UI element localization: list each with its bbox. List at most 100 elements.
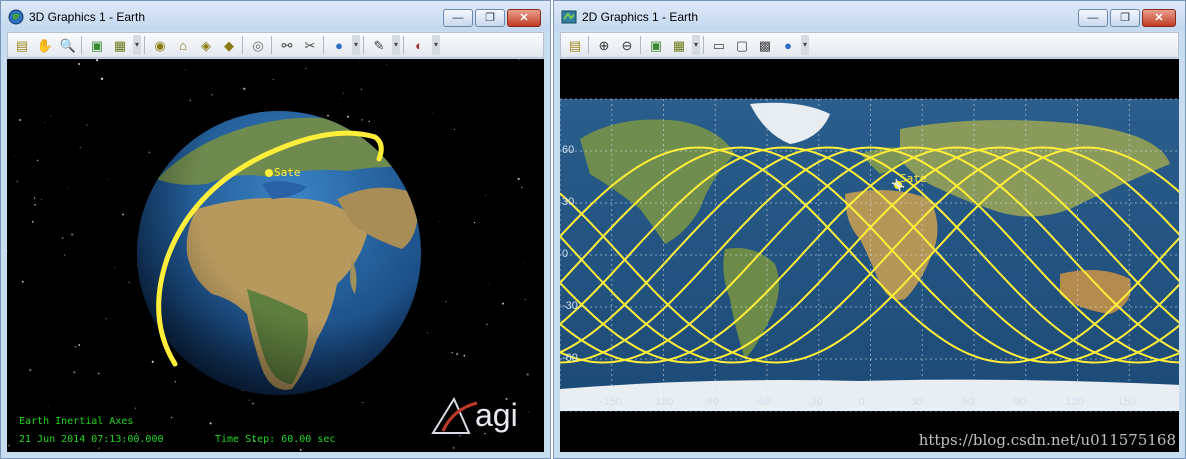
ruler-icon[interactable]: ▭ — [709, 35, 729, 55]
star — [362, 401, 364, 404]
latitude-tick-label: 60 — [562, 144, 575, 156]
star — [48, 406, 49, 408]
view-to-icon[interactable]: ◆ — [219, 35, 239, 55]
star — [40, 198, 43, 201]
map-2d — [560, 98, 1179, 412]
star — [134, 407, 137, 409]
dropdown-arrow-icon[interactable]: ▾ — [392, 35, 400, 55]
star — [31, 220, 34, 223]
star — [50, 115, 52, 117]
toolbar-separator — [81, 36, 84, 54]
snapshot-icon[interactable]: ▦ — [110, 35, 130, 55]
star — [184, 69, 186, 71]
star — [34, 204, 36, 206]
star — [8, 444, 10, 447]
star — [67, 188, 69, 189]
toolbar-separator — [703, 36, 706, 54]
record-icon[interactable]: ◐ — [409, 35, 429, 55]
star — [170, 416, 173, 419]
view-from-icon[interactable]: ◈ — [196, 35, 216, 55]
star — [73, 371, 76, 374]
star — [100, 77, 104, 80]
titlebar-3d[interactable]: 3D Graphics 1 - Earth — ❐ ✕ — [1, 1, 550, 31]
star — [427, 332, 428, 334]
longitude-tick-label: 90 — [1013, 396, 1026, 408]
star — [340, 97, 342, 99]
minimize-icon: — — [1087, 12, 1099, 24]
restore-button[interactable]: ❐ — [475, 9, 505, 27]
dropdown-arrow-icon[interactable]: ▾ — [692, 35, 700, 55]
properties-icon[interactable]: ▤ — [565, 35, 585, 55]
star — [452, 446, 455, 449]
star — [517, 177, 520, 180]
hud-datetime: 21 Jun 2014 07:13:00.000 — [19, 434, 164, 445]
star — [305, 67, 307, 70]
minimize-button[interactable]: — — [443, 9, 473, 27]
restore-button[interactable]: ❐ — [1110, 9, 1140, 27]
zoom-out-icon[interactable]: ⊖ — [617, 35, 637, 55]
zoom-in-icon[interactable]: ⊕ — [594, 35, 614, 55]
properties-icon[interactable]: ▤ — [12, 35, 32, 55]
toolbar-separator — [271, 36, 274, 54]
unlink-icon[interactable]: ✂ — [300, 35, 320, 55]
tool-icon[interactable]: ✎ — [369, 35, 389, 55]
star — [526, 373, 529, 376]
camera-icon[interactable]: ◎ — [248, 35, 268, 55]
longitude-tick-label: 150 — [1117, 396, 1136, 408]
globe-icon[interactable]: ● — [329, 35, 349, 55]
watermark: https://blog.csdn.net/u011575168 — [918, 431, 1176, 449]
toolbar-separator — [363, 36, 366, 54]
star — [291, 431, 292, 432]
link-icon[interactable]: ⚯ — [277, 35, 297, 55]
star — [148, 151, 151, 154]
pan-hand-icon[interactable]: ✋ — [35, 35, 55, 55]
minimize-button[interactable]: — — [1078, 9, 1108, 27]
satellite-marker[interactable] — [265, 169, 273, 177]
star — [33, 197, 36, 199]
close-button[interactable]: ✕ — [1142, 9, 1176, 27]
star — [432, 112, 434, 114]
star — [114, 266, 116, 268]
globe-app-icon — [8, 9, 24, 25]
globe-icon[interactable]: ● — [778, 35, 798, 55]
window-2d-graphics: 2D Graphics 1 - Earth — ❐ ✕ ▤ ⊕ ⊖ ▣ ▦ ▾ ▭ ▢ ▩ ● ▾ — [553, 0, 1186, 459]
toolbar-separator — [640, 36, 643, 54]
star — [97, 372, 100, 375]
close-button[interactable]: ✕ — [507, 9, 541, 27]
star — [74, 345, 77, 348]
restore-icon: ❐ — [485, 12, 495, 24]
aspect-ratio-icon[interactable]: ▢ — [732, 35, 752, 55]
star — [61, 237, 64, 240]
star — [445, 300, 447, 303]
star — [98, 447, 100, 449]
view-icon[interactable]: ▣ — [87, 35, 107, 55]
home-view-icon[interactable]: ⌂ — [173, 35, 193, 55]
star — [16, 180, 19, 183]
orbit-view-icon[interactable]: ◉ — [150, 35, 170, 55]
dropdown-arrow-icon[interactable]: ▾ — [801, 35, 809, 55]
star — [107, 178, 108, 180]
star — [360, 88, 363, 90]
longitude-tick-label: 120 — [1065, 396, 1084, 408]
window-title: 2D Graphics 1 - Earth — [582, 10, 699, 24]
star — [459, 435, 461, 437]
star — [78, 344, 81, 346]
star — [96, 59, 99, 62]
dropdown-arrow-icon[interactable]: ▾ — [432, 35, 440, 55]
star — [209, 422, 212, 425]
view-icon[interactable]: ▣ — [646, 35, 666, 55]
snapshot-icon[interactable]: ▦ — [669, 35, 689, 55]
dropdown-arrow-icon[interactable]: ▾ — [133, 35, 141, 55]
dropdown-arrow-icon[interactable]: ▾ — [352, 35, 360, 55]
star — [78, 63, 81, 65]
grid-icon[interactable]: ▩ — [755, 35, 775, 55]
star — [456, 353, 459, 356]
viewport-2d[interactable]: Sate 60 30 0 -30 -60 -150 -120 -90 -60 -30 0 30 60 9… — [560, 59, 1179, 452]
map-app-icon — [561, 9, 577, 25]
viewport-3d[interactable]: Sate agi Earth Inertial Axes 21 Jun 2014… — [7, 59, 544, 452]
zoom-icon[interactable]: 🔍 — [58, 35, 78, 55]
titlebar-2d[interactable]: 2D Graphics 1 - Earth — ❐ ✕ — [554, 1, 1185, 31]
star — [174, 380, 177, 383]
star — [521, 186, 523, 188]
longitude-tick-label: -30 — [806, 396, 823, 408]
